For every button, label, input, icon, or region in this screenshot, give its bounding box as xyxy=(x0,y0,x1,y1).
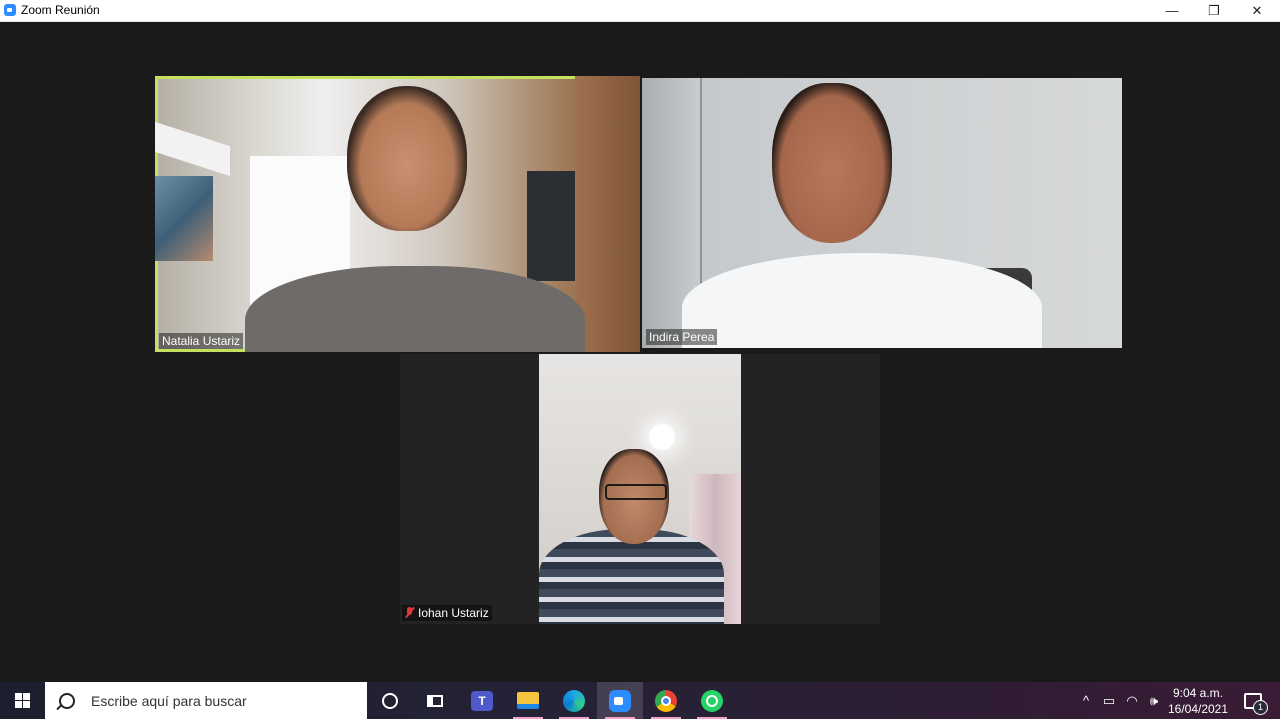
background-painting xyxy=(155,176,213,261)
participant-name: Iohan Ustariz xyxy=(418,606,489,620)
zoom-app-icon xyxy=(4,4,16,16)
teams-icon: T xyxy=(471,690,493,711)
participant-name: Indira Perea xyxy=(646,329,718,345)
windows-taskbar: T ^ ▭ ◠ 🕪 9:04 a.m. 16/04/2021 1 xyxy=(0,682,1280,719)
zoom-taskbar-button[interactable] xyxy=(597,682,643,719)
clock-date: 16/04/2021 xyxy=(1167,702,1229,716)
whatsapp-icon xyxy=(701,689,723,712)
whatsapp-button[interactable] xyxy=(689,682,735,719)
chrome-button[interactable] xyxy=(643,682,689,719)
task-view-button[interactable] xyxy=(412,682,458,719)
file-explorer-icon xyxy=(517,692,539,709)
participant-video xyxy=(539,354,741,624)
video-tile-natalia[interactable]: Natalia Ustariz xyxy=(155,76,640,352)
chrome-icon xyxy=(655,689,677,712)
taskbar-search-box[interactable] xyxy=(45,682,367,719)
wifi-icon: ◠ xyxy=(1126,692,1138,708)
participant-face xyxy=(772,83,892,243)
edge-icon xyxy=(563,689,585,712)
participant-name: Natalia Ustariz xyxy=(159,333,244,349)
start-button[interactable] xyxy=(0,682,45,719)
window-title: Zoom Reunión xyxy=(21,3,100,17)
windows-logo-icon xyxy=(15,693,30,708)
battery-icon: ▭ xyxy=(1102,692,1116,708)
background-shelf xyxy=(575,76,640,352)
network-tray[interactable]: ◠ xyxy=(1124,682,1140,719)
search-input[interactable] xyxy=(89,691,353,710)
meeting-gallery: Natalia Ustariz Indira Perea Iohan Ustar… xyxy=(0,22,1280,682)
action-center-button[interactable]: 1 xyxy=(1238,682,1268,719)
cortana-button[interactable] xyxy=(367,682,413,719)
zoom-icon xyxy=(609,689,631,712)
video-tile-iohan[interactable]: Iohan Ustariz xyxy=(400,354,880,624)
file-explorer-button[interactable] xyxy=(505,682,551,719)
ceiling-light xyxy=(649,424,675,450)
participant-body xyxy=(245,266,585,352)
edge-button[interactable] xyxy=(551,682,597,719)
notification-icon: 1 xyxy=(1244,692,1268,715)
teams-button[interactable]: T xyxy=(459,682,505,719)
background-tv xyxy=(527,171,581,281)
participant-glasses xyxy=(605,484,667,500)
close-button[interactable]: ✕ xyxy=(1235,0,1279,21)
cortana-icon xyxy=(382,692,398,709)
chevron-up-icon: ^ xyxy=(1082,693,1090,708)
search-icon xyxy=(59,692,75,709)
notification-count: 1 xyxy=(1253,699,1268,715)
show-hidden-icons-button[interactable]: ^ xyxy=(1078,682,1094,719)
minimize-button[interactable]: — xyxy=(1150,0,1194,21)
volume-tray[interactable]: 🕪 xyxy=(1145,682,1163,719)
volume-icon: 🕪 xyxy=(1149,692,1159,708)
taskbar-clock[interactable]: 9:04 a.m. 16/04/2021 xyxy=(1166,685,1230,717)
video-tile-indira[interactable]: Indira Perea xyxy=(642,78,1122,348)
background-air-conditioner xyxy=(155,121,230,177)
window-title-bar: Zoom Reunión — ❐ ✕ xyxy=(0,0,1280,22)
participant-face xyxy=(347,86,467,231)
battery-tray[interactable]: ▭ xyxy=(1100,682,1118,719)
task-view-icon xyxy=(427,694,443,707)
participant-name-tag: Iohan Ustariz xyxy=(402,605,492,621)
clock-time: 9:04 a.m. xyxy=(1172,686,1224,700)
restore-button[interactable]: ❐ xyxy=(1192,0,1236,21)
muted-mic-icon xyxy=(405,607,414,618)
